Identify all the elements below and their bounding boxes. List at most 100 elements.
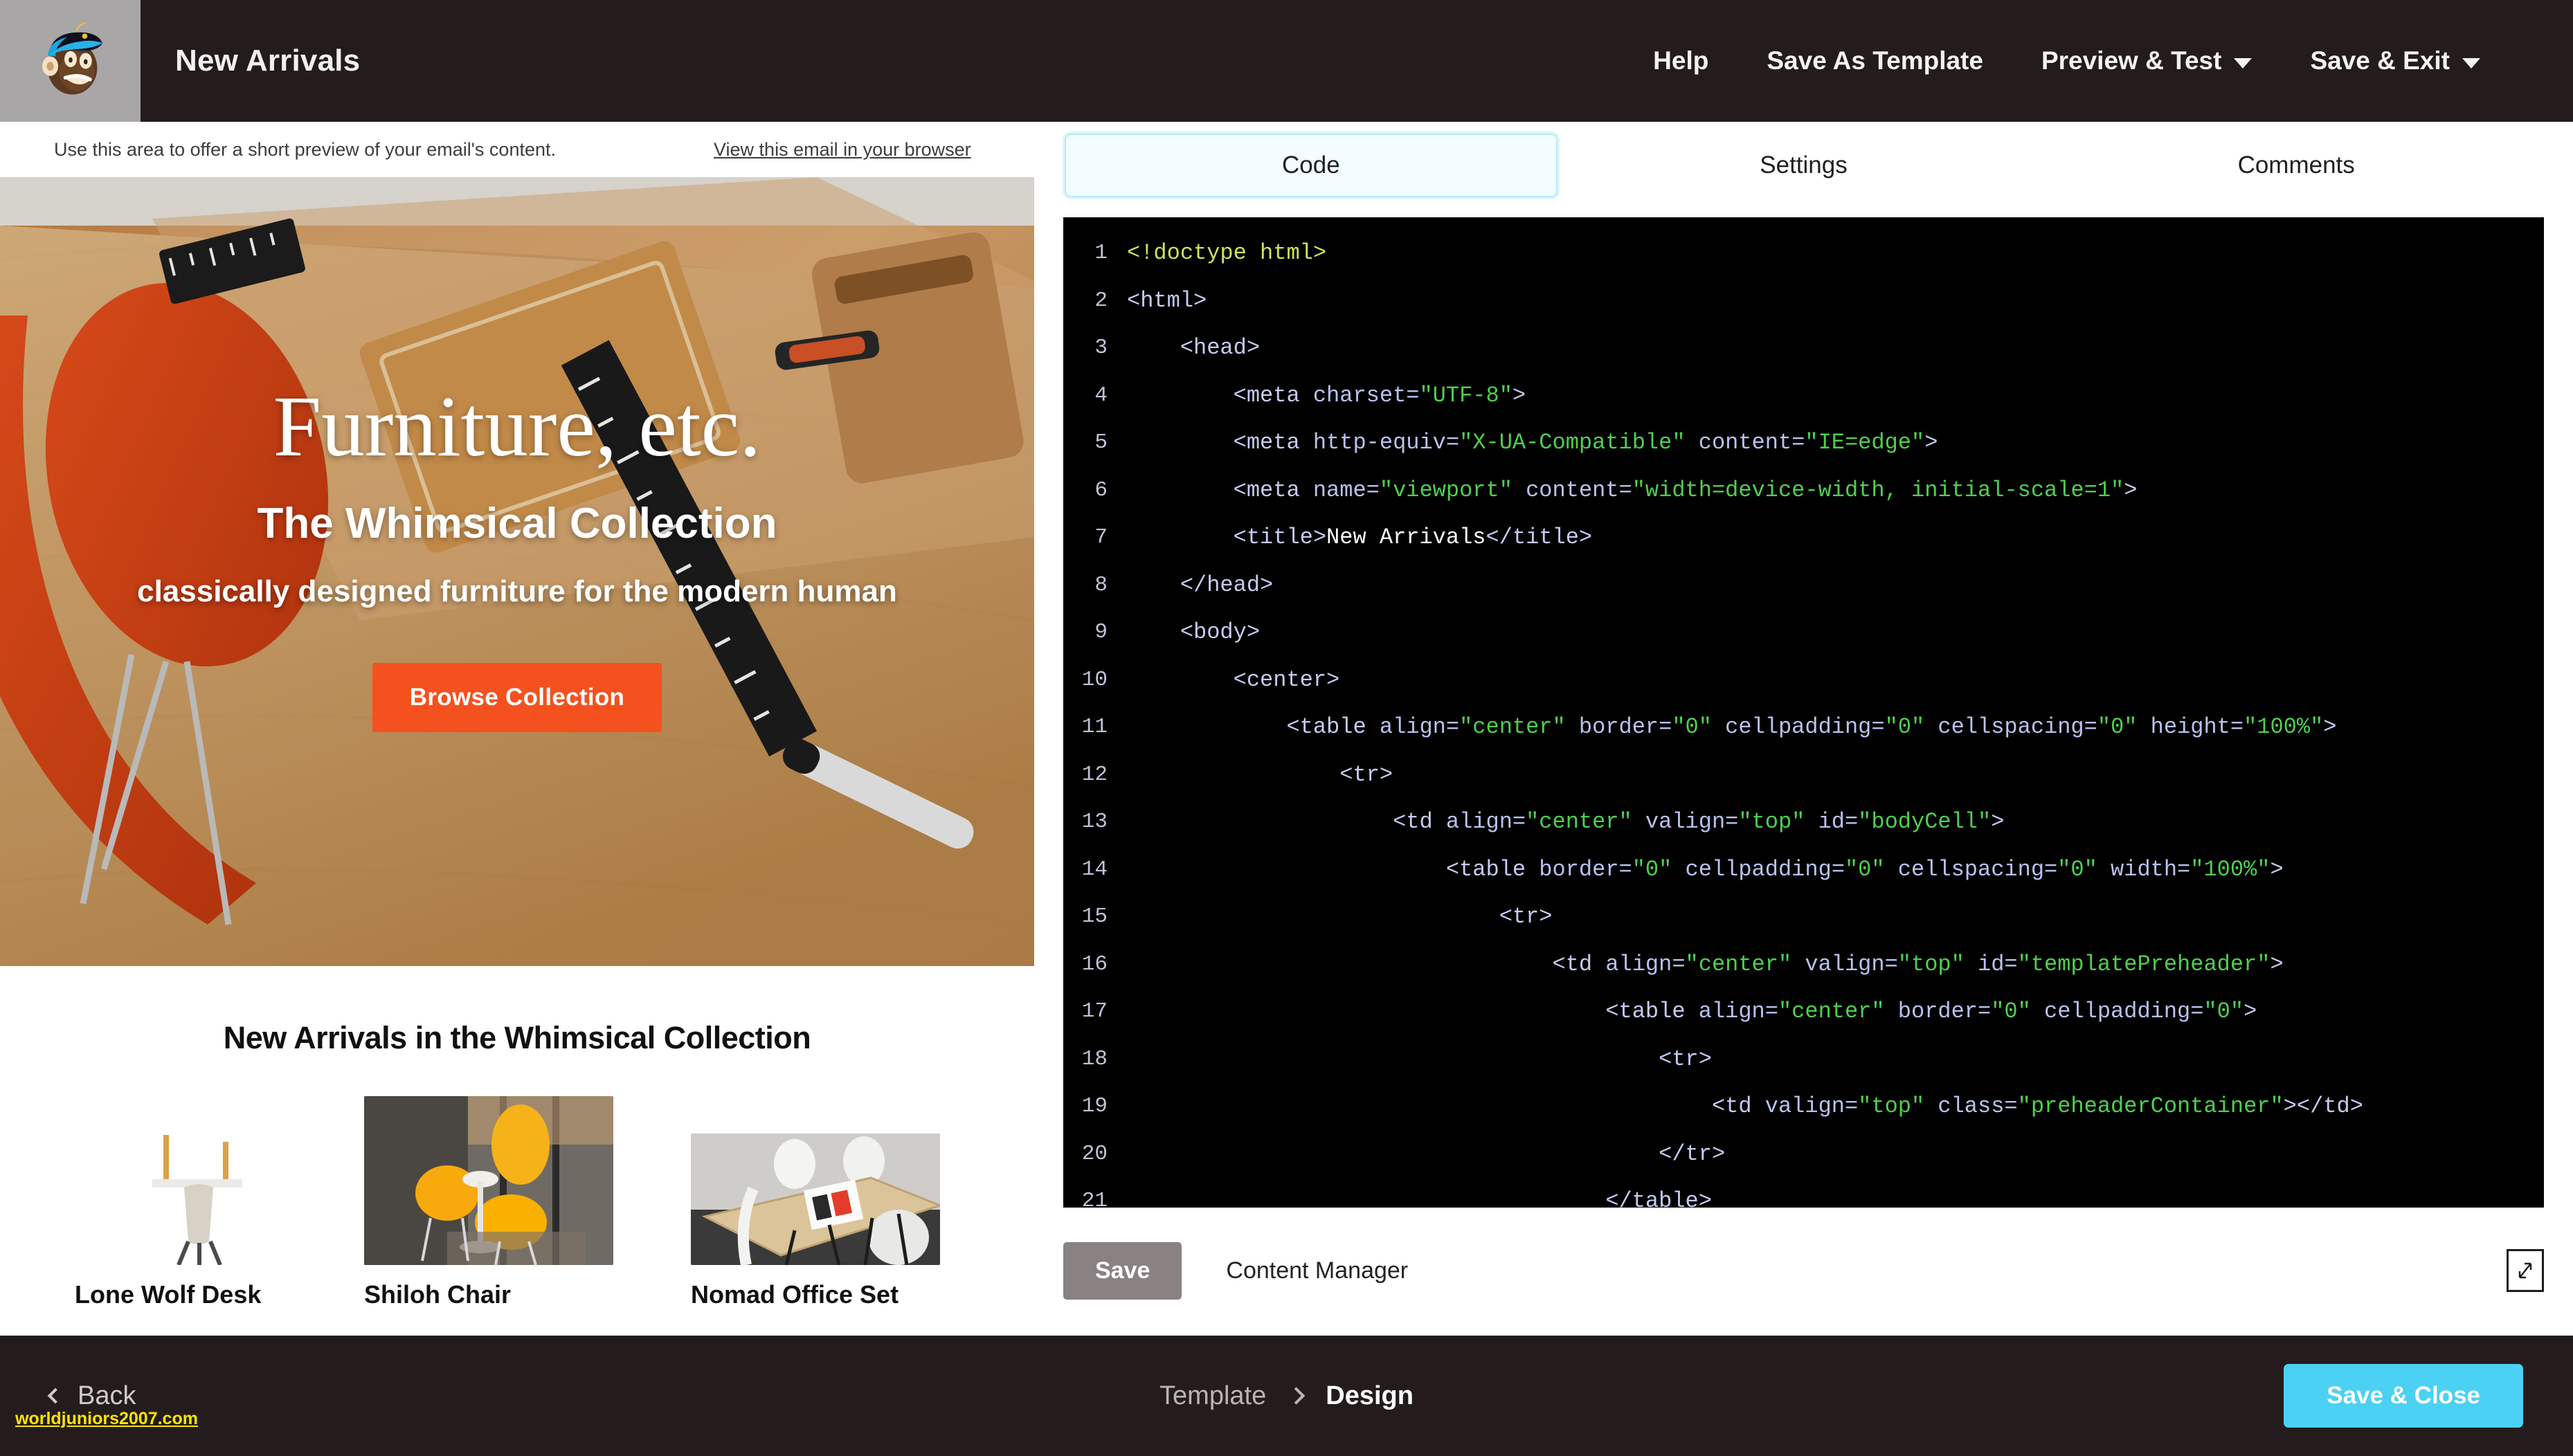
code-line[interactable]: 5 <meta http-equiv="X-UA-Compatible" con… (1063, 419, 2544, 467)
tab-code[interactable]: Code (1065, 134, 1558, 197)
code-editor-pane: Code Settings Comments 1 <!doctype html> 2… (1034, 122, 2573, 1336)
code-line-number: 20 (1081, 1141, 1108, 1166)
code-line-text: <body> (1180, 619, 1261, 645)
product-name-nomad-office-set: Nomad Office Set (691, 1280, 899, 1309)
code-line[interactable]: 17 <table align="center" border="0" cell… (1063, 988, 2544, 1036)
hero-subheadline[interactable]: The Whimsical Collection (258, 499, 777, 548)
product-name-lone-wolf-desk: Lone Wolf Desk (75, 1280, 262, 1309)
editor-tab-bar: Code Settings Comments (1034, 122, 2573, 199)
code-line[interactable]: 11 <table align="center" border="0" cell… (1063, 704, 2544, 752)
code-line-text: <meta http-equiv="X-UA-Compatible" conte… (1233, 430, 1938, 455)
product-image-shiloh-chair[interactable] (364, 1096, 613, 1265)
campaign-title: New Arrivals (175, 44, 361, 78)
code-line-number: 1 (1094, 241, 1108, 265)
breadcrumb-template[interactable]: Template (1159, 1381, 1266, 1411)
code-line-text: <td align="center" valign="top" id="body… (1393, 809, 2005, 835)
browse-collection-button[interactable]: Browse Collection (372, 662, 662, 732)
save-and-close-button[interactable]: Save & Close (2284, 1364, 2523, 1428)
product-card-shiloh-chair[interactable]: Shiloh Chair (356, 1096, 678, 1309)
view-in-browser-link[interactable]: View this email in your browser (714, 139, 971, 161)
tab-comments-label: Comments (2237, 152, 2355, 179)
code-line-text: <tr> (1659, 1046, 1712, 1072)
code-line[interactable]: 15 <tr> (1063, 893, 2544, 941)
code-line-text: </head> (1180, 572, 1274, 598)
back-button[interactable]: Back (47, 1381, 136, 1411)
save-button[interactable]: Save (1063, 1241, 1182, 1300)
code-line-number: 21 (1081, 1189, 1108, 1208)
code-line-number: 7 (1094, 525, 1108, 549)
code-line[interactable]: 4 <meta charset="UTF-8"> (1063, 372, 2544, 420)
product-image-lone-wolf-desk[interactable] (75, 1096, 324, 1265)
nav-save-and-exit[interactable]: Save & Exit (2281, 46, 2509, 75)
code-line-number: 17 (1081, 999, 1108, 1023)
top-nav-items: Help Save As Template Preview & Test Sav… (1624, 46, 2573, 75)
code-line[interactable]: 9 <body> (1063, 609, 2544, 657)
code-line[interactable]: 14 <table border="0" cellpadding="0" cel… (1063, 846, 2544, 894)
nav-save-and-exit-label: Save & Exit (2310, 46, 2450, 75)
breadcrumb: Template Design (1159, 1381, 1414, 1411)
product-card-nomad-office-set[interactable]: Nomad Office Set (678, 1134, 1001, 1309)
code-line-text: <table align="center" border="0" cellpad… (1605, 999, 2257, 1024)
hero-tagline[interactable]: classically designed furniture for the m… (137, 574, 897, 609)
code-line-number: 4 (1094, 383, 1108, 408)
preheader-text[interactable]: Use this area to offer a short preview o… (54, 139, 556, 161)
code-line-number: 6 (1094, 477, 1108, 502)
code-line-text: <center> (1233, 666, 1340, 693)
nav-save-as-template[interactable]: Save As Template (1737, 46, 2012, 75)
product-card-lone-wolf-desk[interactable]: Lone Wolf Desk (33, 1096, 356, 1309)
code-line[interactable]: 16 <td align="center" valign="top" id="t… (1063, 941, 2544, 989)
code-line[interactable]: 13 <td align="center" valign="top" id="b… (1063, 799, 2544, 846)
code-lines[interactable]: 1 <!doctype html> 2 <html> 3 <head> 4 <meta c… (1063, 217, 2544, 1208)
code-line-text: <head> (1180, 335, 1261, 361)
editor-footer-bar: Save Content Manager (1063, 1226, 2544, 1316)
resize-arrow-glyph (2518, 1262, 2532, 1279)
code-line[interactable]: 10 <center> (1063, 657, 2544, 704)
desk-photo (75, 1096, 324, 1265)
code-line-text: <tr> (1499, 904, 1553, 929)
code-line-number: 15 (1081, 904, 1108, 929)
code-line[interactable]: 7 <title>New Arrivals</title> (1063, 514, 2544, 562)
code-line[interactable]: 2 <html> (1063, 277, 2544, 325)
mailchimp-freddie-icon (42, 21, 102, 95)
product-image-nomad-office-set[interactable] (691, 1134, 940, 1265)
code-line[interactable]: 3 <head> (1063, 325, 2544, 372)
nav-help-label: Help (1653, 46, 1709, 75)
code-line[interactable]: 20 </tr> (1063, 1131, 2544, 1179)
code-line-text: <!doctype html> (1127, 240, 1327, 266)
hero-text-overlay: Furniture, etc. The Whimsical Collection… (0, 177, 1034, 966)
watermark: worldjuniors2007.com (15, 1409, 198, 1428)
code-line[interactable]: 6 <meta name="viewport" content="width=d… (1063, 467, 2544, 515)
code-line[interactable]: 12 <tr> (1063, 752, 2544, 799)
tab-comments[interactable]: Comments (2050, 134, 2543, 197)
code-line[interactable]: 19 <td valign="top" class="preheaderCont… (1063, 1083, 2544, 1131)
code-line[interactable]: 18 <tr> (1063, 1036, 2544, 1084)
hero-headline[interactable]: Furniture, etc. (273, 384, 761, 471)
code-line-number: 19 (1081, 1094, 1108, 1118)
code-line[interactable]: 1 <!doctype html> (1063, 230, 2544, 277)
product-name-shiloh-chair: Shiloh Chair (364, 1280, 512, 1309)
brand-logo-tile[interactable] (0, 0, 141, 122)
code-line-text: <td align="center" valign="top" id="temp… (1552, 951, 2284, 977)
tab-settings[interactable]: Settings (1558, 134, 2050, 197)
content-manager-link[interactable]: Content Manager (1226, 1257, 1408, 1284)
code-line-number: 16 (1081, 952, 1108, 976)
code-line-text: <html> (1127, 287, 1207, 313)
nav-preview-and-test[interactable]: Preview & Test (2012, 46, 2281, 75)
resize-diagonal-icon[interactable] (2507, 1249, 2544, 1292)
code-line-number: 2 (1094, 288, 1108, 313)
code-line-number: 18 (1081, 1046, 1108, 1071)
new-arrivals-section: New Arrivals in the Whimsical Collection (0, 966, 1034, 1309)
nav-preview-and-test-label: Preview & Test (2041, 46, 2222, 75)
nav-help[interactable]: Help (1624, 46, 1737, 75)
chevron-down-icon (2234, 57, 2252, 69)
code-line[interactable]: 8 </head> (1063, 562, 2544, 610)
code-line-text: <table border="0" cellpadding="0" cellsp… (1445, 856, 2284, 882)
code-editor-surface[interactable]: 1 <!doctype html> 2 <html> 3 <head> 4 <meta c… (1063, 217, 2544, 1208)
code-line-text: </table> (1605, 1188, 1712, 1208)
code-line-text: <meta charset="UTF-8"> (1233, 382, 1526, 408)
code-line-number: 13 (1081, 810, 1108, 834)
code-line[interactable]: 21 </table> (1063, 1178, 2544, 1208)
code-line-number: 11 (1081, 715, 1108, 739)
new-arrivals-heading: New Arrivals in the Whimsical Collection (223, 1020, 811, 1055)
hero-banner[interactable]: Furniture, etc. The Whimsical Collection… (0, 177, 1034, 966)
